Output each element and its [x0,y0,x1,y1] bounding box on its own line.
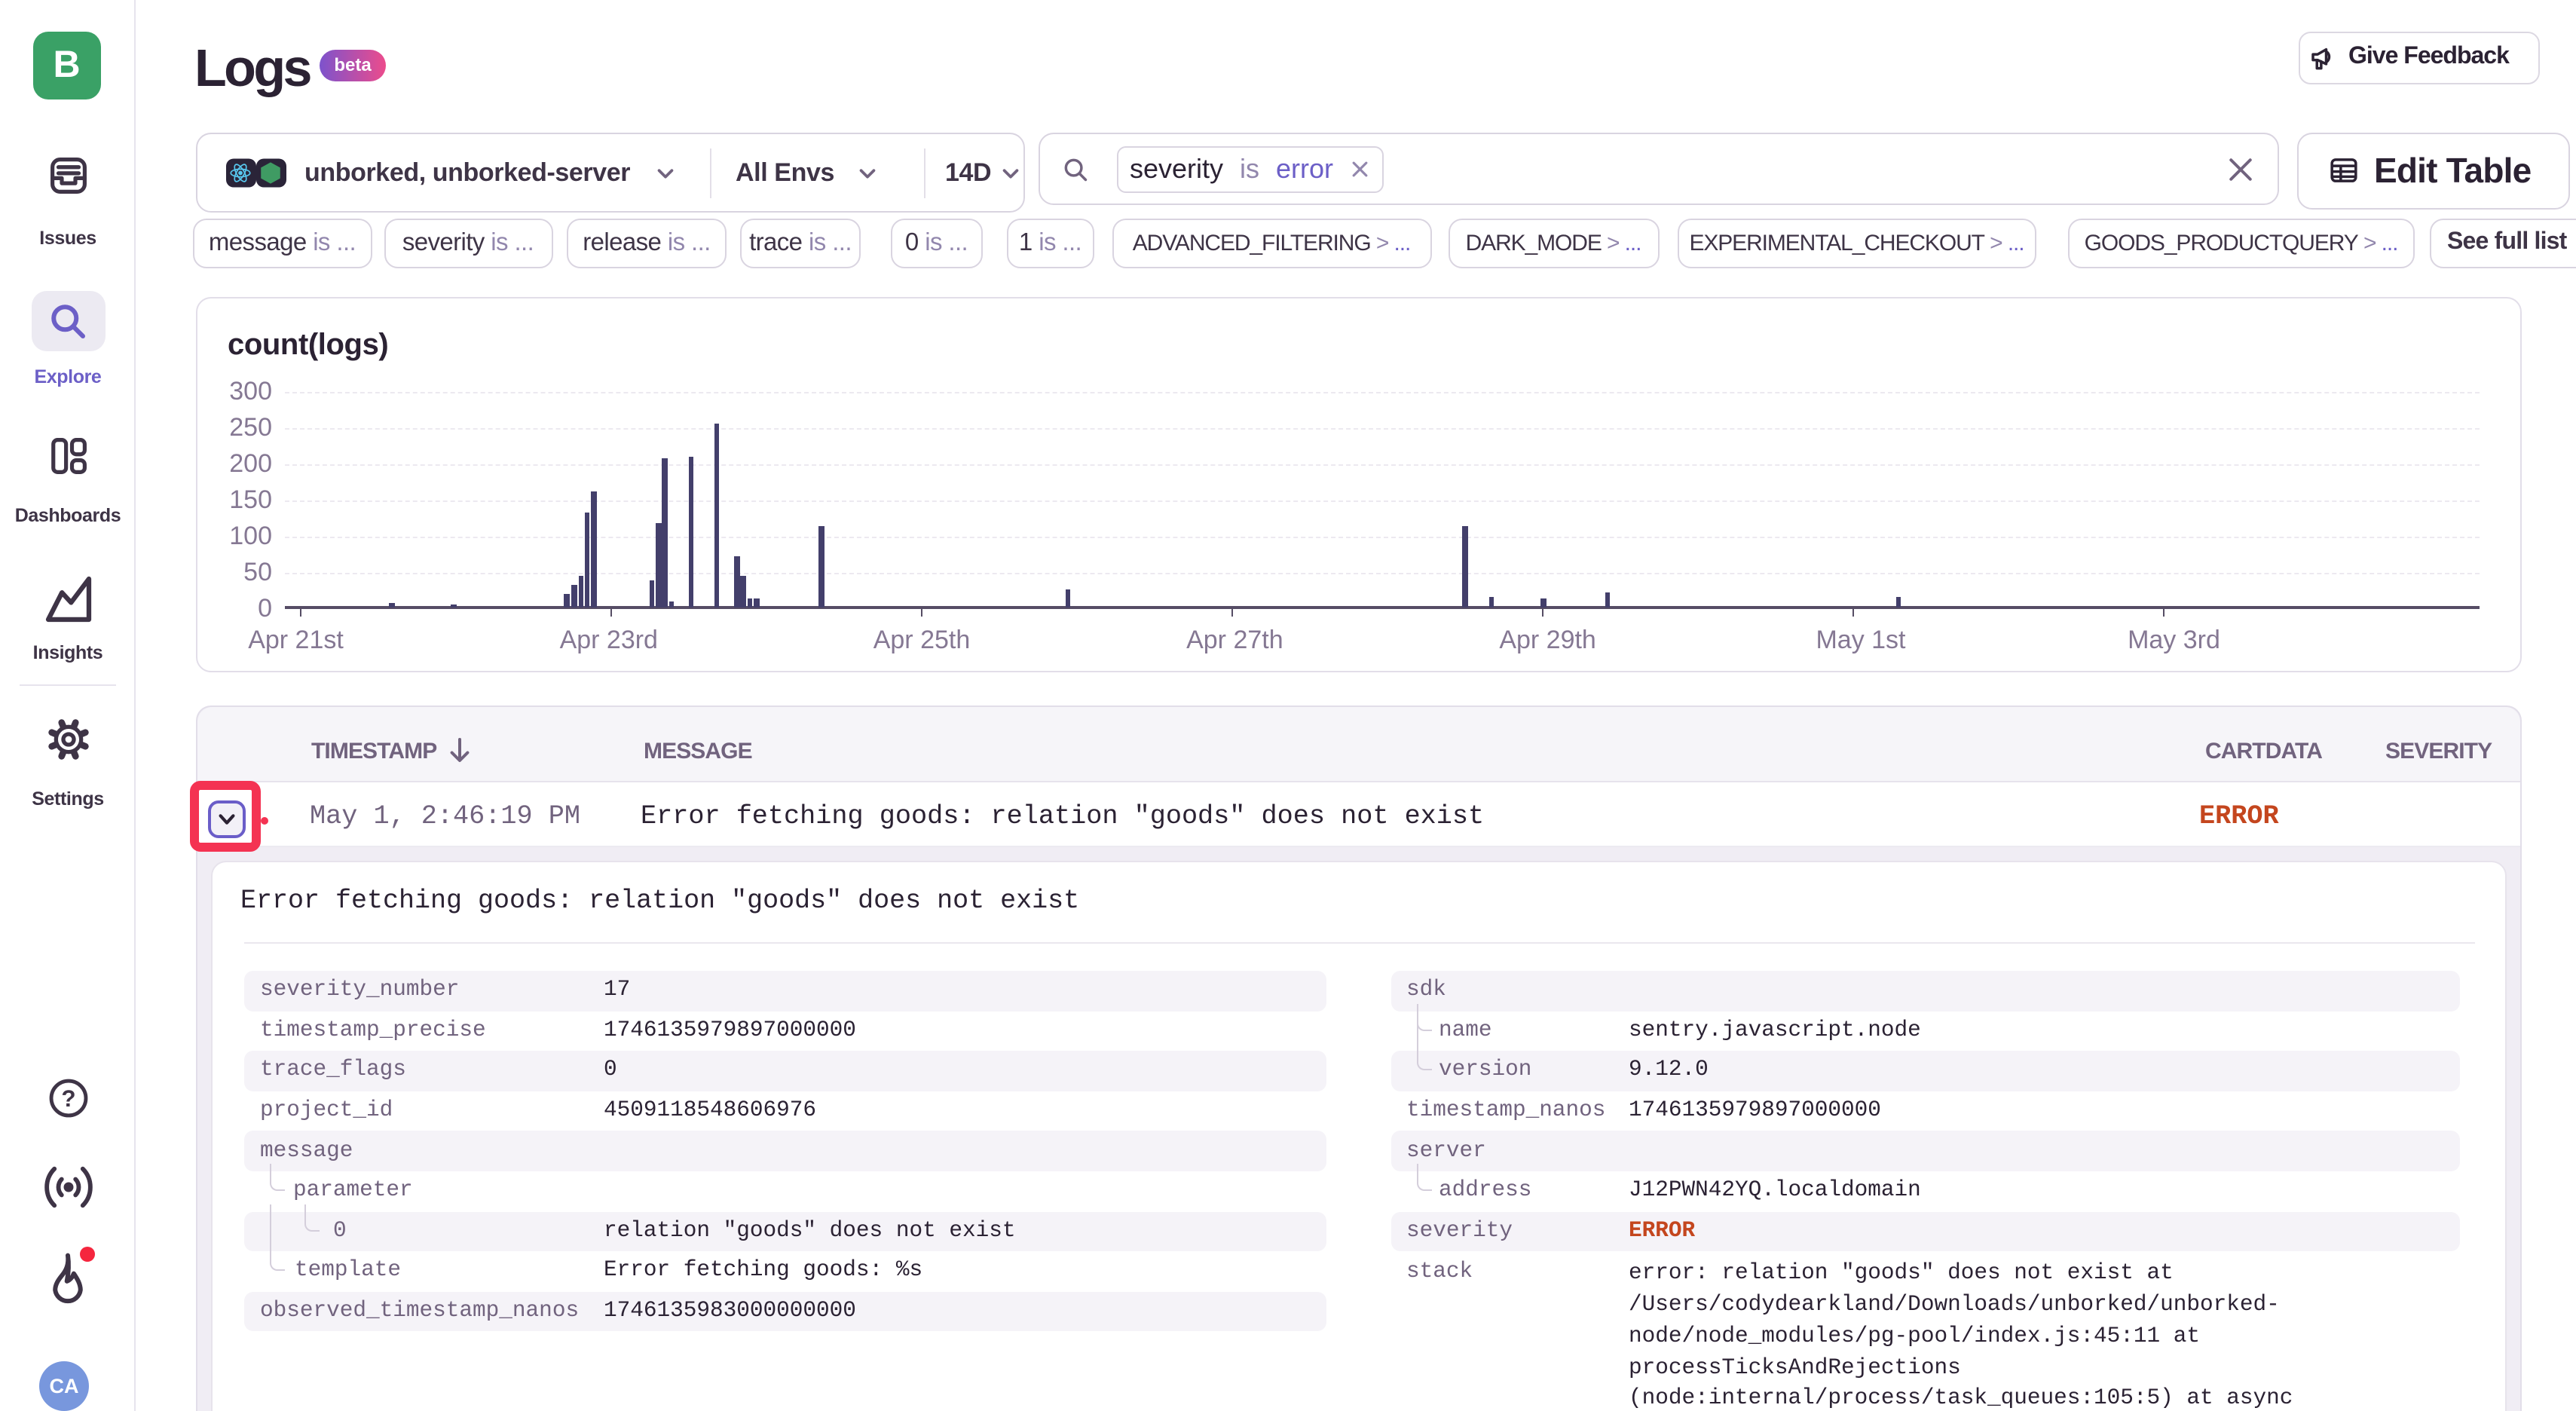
svg-text:?: ? [60,1085,75,1112]
